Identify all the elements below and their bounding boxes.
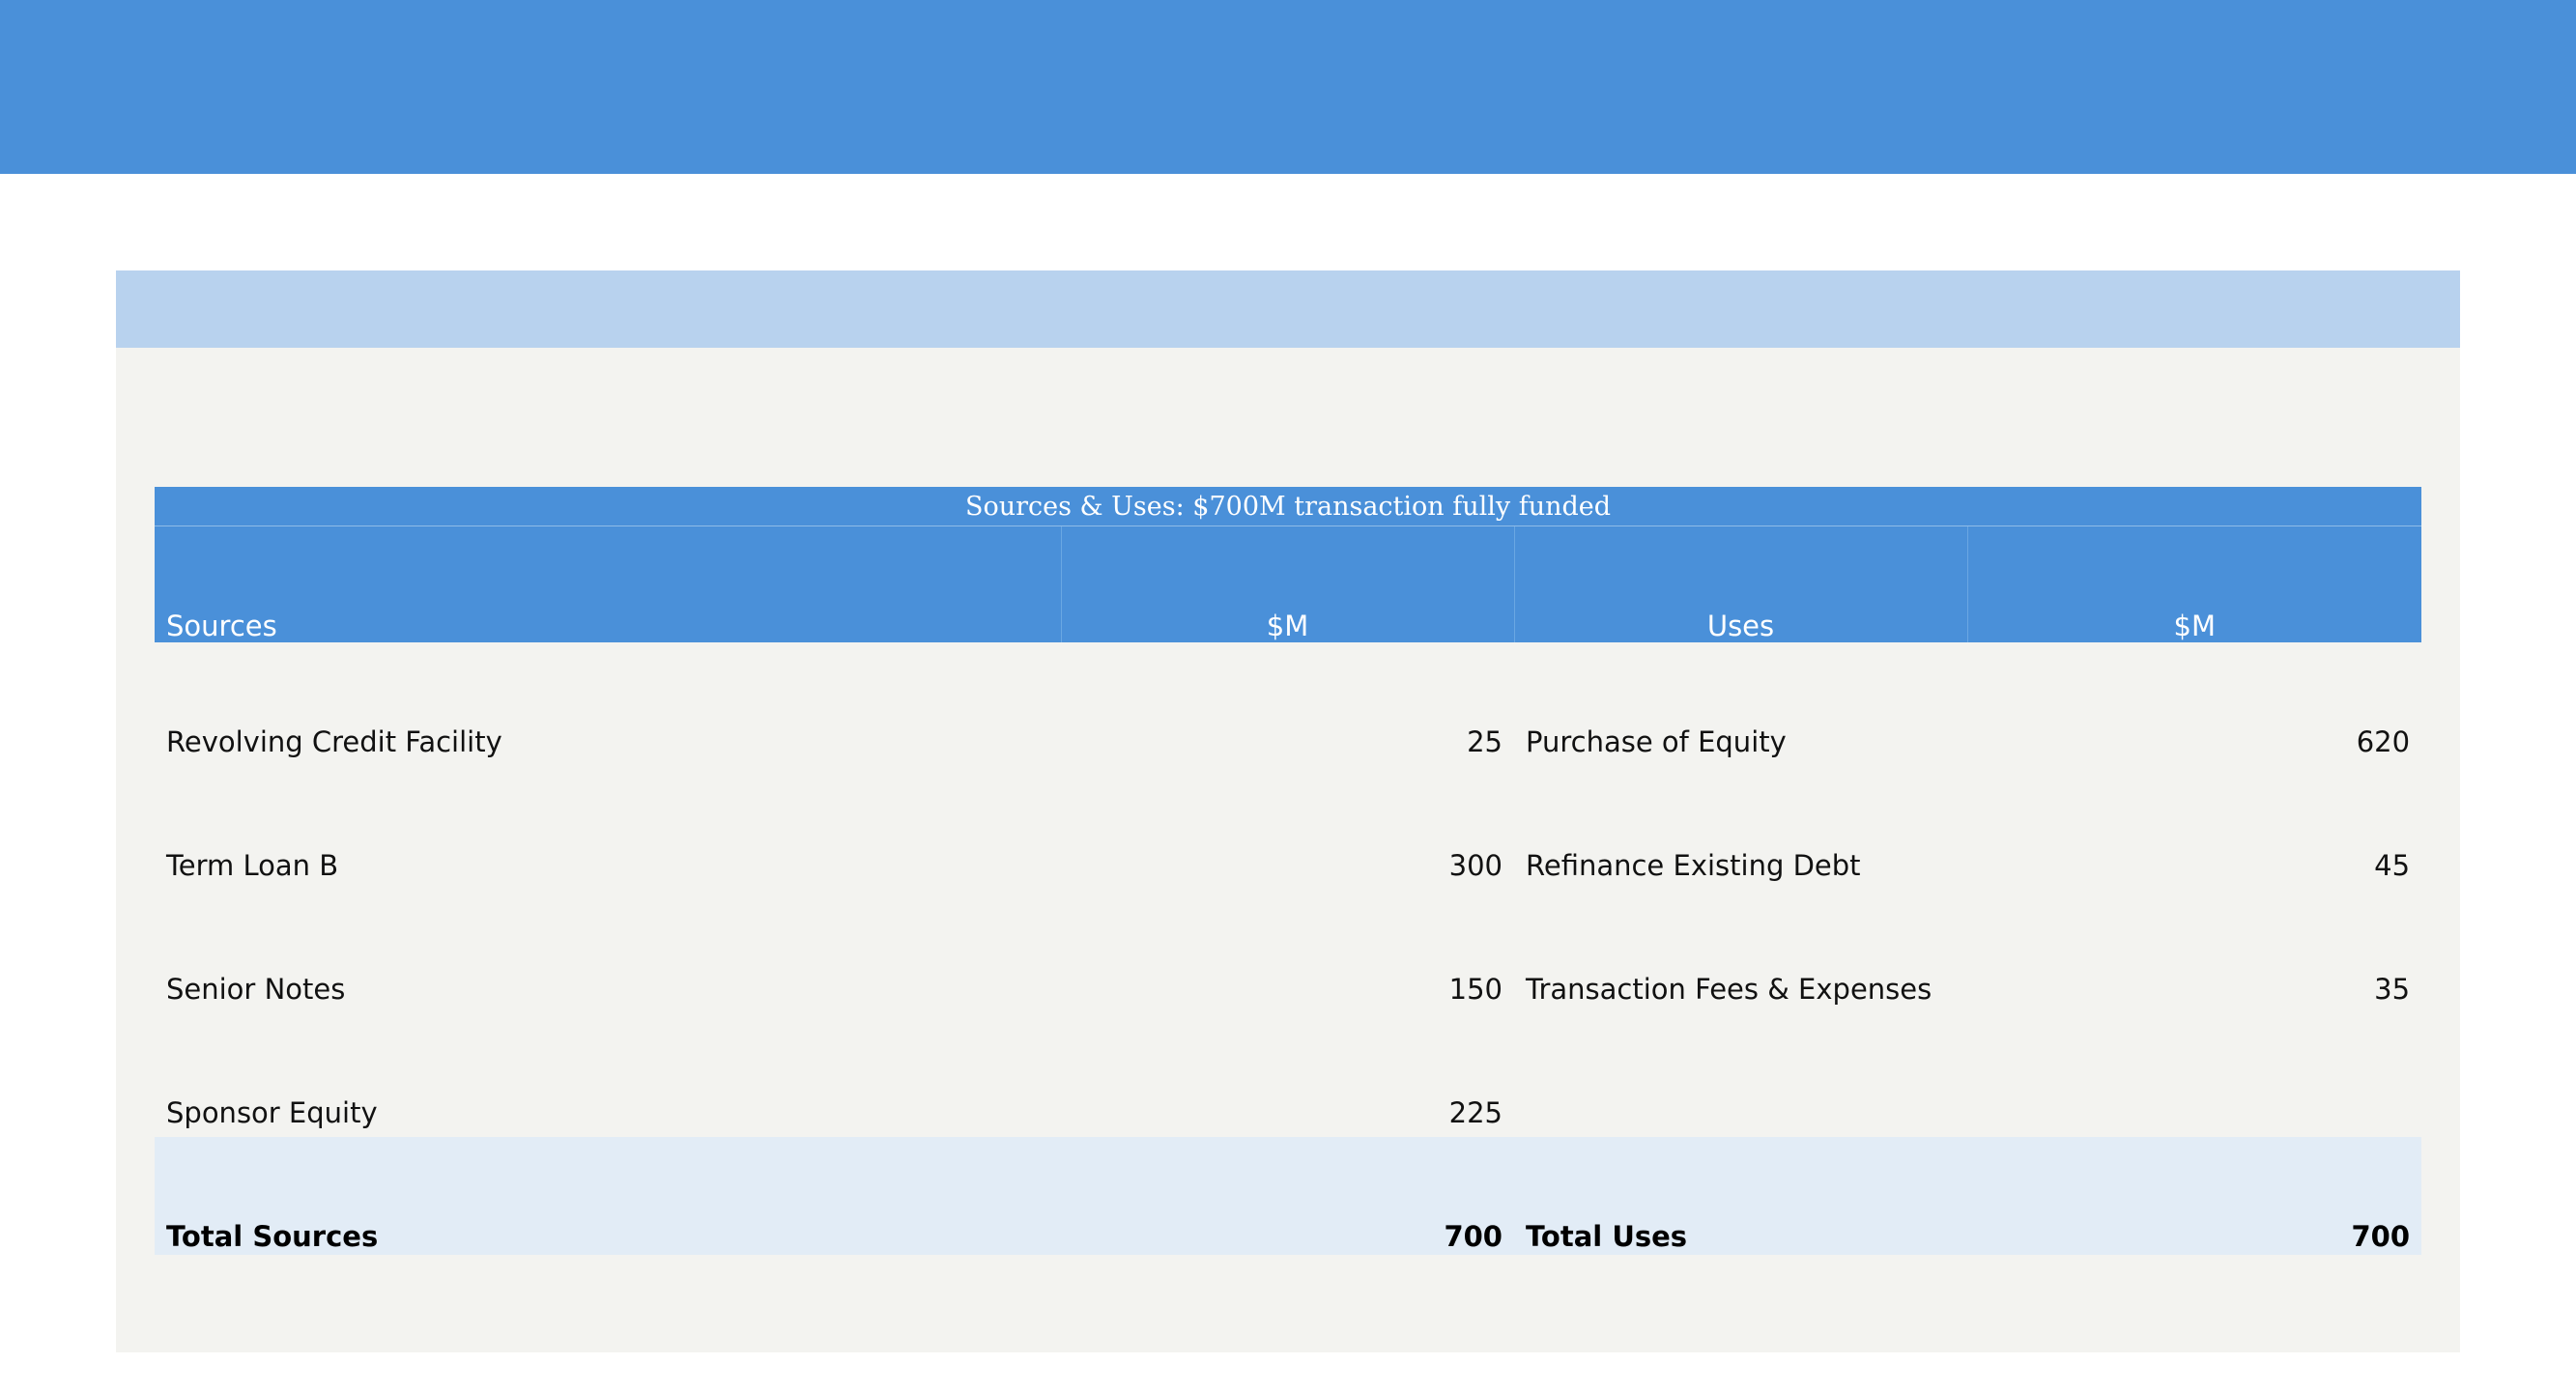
header-sources-amount: $M (1060, 526, 1514, 642)
use-amount: 620 (2356, 725, 2411, 758)
table-row: Revolving Credit Facility 25 Purchase of… (155, 642, 2421, 766)
source-label: Senior Notes (166, 973, 346, 1006)
use-amount: 45 (2374, 849, 2411, 882)
source-amount: 25 (1467, 725, 1503, 758)
total-row: Total Sources 700 Total Uses 700 (155, 1137, 2422, 1255)
content-card: Sources & Uses: $700M transaction fully … (116, 270, 2460, 1352)
table-row: Sponsor Equity 225 (155, 1013, 2421, 1137)
use-label: Transaction Fees & Expenses (1526, 973, 1932, 1006)
card-header-bar (116, 270, 2460, 348)
header-sources: Sources (155, 526, 1061, 642)
total-sources-label: Total Sources (155, 1137, 1061, 1255)
use-label (1514, 1013, 1967, 1137)
source-amount: 225 (1448, 1096, 1503, 1129)
total-uses-label: Total Uses (1514, 1137, 1967, 1255)
table-title: Sources & Uses: $700M transaction fully … (155, 487, 2422, 526)
use-amount (1967, 1013, 2421, 1137)
slide: Sources & Uses: $700M transaction fully … (0, 0, 2576, 1392)
top-banner (0, 0, 2576, 174)
use-label: Refinance Existing Debt (1526, 849, 1861, 882)
header-uses-amount: $M (1966, 526, 2422, 642)
table-row: Term Loan B 300 Refinance Existing Debt … (155, 766, 2421, 890)
use-label: Purchase of Equity (1526, 725, 1787, 758)
sources-uses-table: Sources & Uses: $700M transaction fully … (155, 487, 2422, 1255)
source-amount: 150 (1448, 973, 1503, 1006)
source-label: Revolving Credit Facility (166, 725, 502, 758)
source-amount: 300 (1448, 849, 1503, 882)
header-uses: Uses (1513, 526, 1967, 642)
source-label: Sponsor Equity (166, 1096, 378, 1129)
use-amount: 35 (2374, 973, 2411, 1006)
table-title-row: Sources & Uses: $700M transaction fully … (155, 487, 2422, 526)
total-uses-amount: 700 (1967, 1137, 2422, 1255)
total-sources-amount: 700 (1061, 1137, 1514, 1255)
table-header-row: Sources $M Uses $M (155, 526, 2422, 642)
table-row: Senior Notes 150 Transaction Fees & Expe… (155, 890, 2421, 1013)
source-label: Term Loan B (166, 849, 339, 882)
